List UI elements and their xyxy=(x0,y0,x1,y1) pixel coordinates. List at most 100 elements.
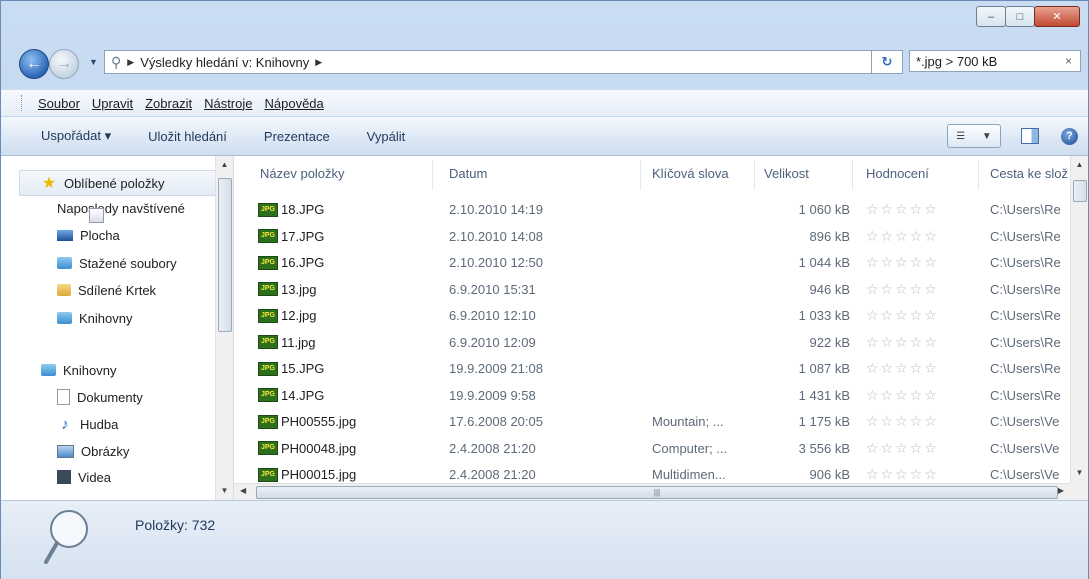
menu-soubor[interactable]: Soubor xyxy=(38,96,80,111)
forward-button[interactable]: → xyxy=(49,49,79,79)
scroll-down-icon[interactable]: ▼ xyxy=(1071,468,1088,477)
file-size: 1 033 kB xyxy=(798,308,850,323)
view-options-button[interactable]: ☰ ▼ xyxy=(947,124,1001,148)
rating-stars-icon[interactable]: ☆☆☆☆☆ xyxy=(866,334,976,351)
breadcrumb[interactable]: Výsledky hledání v: Knihovny xyxy=(140,55,309,70)
col-path[interactable]: Cesta ke složce xyxy=(990,166,1068,181)
rating-stars-icon[interactable]: ☆☆☆☆☆ xyxy=(866,281,976,298)
rating-stars-icon[interactable]: ☆☆☆☆☆ xyxy=(866,360,976,377)
rating-stars-icon[interactable]: ☆☆☆☆☆ xyxy=(866,440,976,457)
save-search-button[interactable]: Uložit hledání xyxy=(148,129,227,144)
scroll-left-icon[interactable]: ◀ xyxy=(240,486,246,495)
table-row[interactable]: JPG 12.jpg 6.9.2010 12:10 1 033 kB ☆☆☆☆☆ C:\U… xyxy=(234,304,1088,328)
horizontal-scroll-thumb[interactable]: ||| xyxy=(256,486,1058,499)
nav-fav-libraries[interactable]: Knihovny xyxy=(1,306,215,330)
scroll-right-icon[interactable]: ▶ xyxy=(1058,486,1064,495)
file-size: 896 kB xyxy=(809,228,850,244)
file-name-cell[interactable]: JPG PH00048.jpg xyxy=(258,441,438,456)
clear-search-icon[interactable]: × xyxy=(1065,54,1072,68)
file-name-cell[interactable]: JPG 12.jpg xyxy=(258,308,438,323)
column-divider[interactable] xyxy=(432,160,433,190)
column-divider[interactable] xyxy=(978,160,979,190)
table-row[interactable]: JPG PH00048.jpg 2.4.2008 21:20 Computer; ..… xyxy=(234,437,1088,461)
scroll-up-icon[interactable]: ▲ xyxy=(216,160,233,169)
menu-upravit[interactable]: Upravit xyxy=(92,96,133,111)
rating-stars-icon[interactable]: ☆☆☆☆☆ xyxy=(866,228,976,245)
file-name-cell[interactable]: JPG PH00555.jpg xyxy=(258,414,438,429)
menu-nastroje[interactable]: Nástroje xyxy=(204,96,252,111)
file-name-cell[interactable]: JPG 14.JPG xyxy=(258,388,438,403)
file-size: 906 kB xyxy=(809,467,850,482)
nav-documents[interactable]: Dokumenty xyxy=(1,385,215,409)
rating-stars-icon[interactable]: ☆☆☆☆☆ xyxy=(866,466,976,483)
file-name-cell[interactable]: JPG 11.jpg xyxy=(258,335,438,350)
rating-stars-icon[interactable]: ☆☆☆☆☆ xyxy=(866,201,976,218)
burn-button[interactable]: Vypálit xyxy=(367,129,406,144)
rating-stars-icon[interactable]: ☆☆☆☆☆ xyxy=(866,254,976,271)
scroll-up-icon[interactable]: ▲ xyxy=(1071,160,1088,169)
col-size[interactable]: Velikost xyxy=(764,166,844,181)
scroll-down-icon[interactable]: ▼ xyxy=(216,486,233,495)
col-rating[interactable]: Hodnocení xyxy=(866,166,976,181)
col-keywords[interactable]: Klíčová slova xyxy=(652,166,752,181)
help-icon[interactable]: ? xyxy=(1061,127,1078,145)
organize-button[interactable]: Uspořádat ▾ xyxy=(41,128,111,144)
rating-stars-icon[interactable]: ☆☆☆☆☆ xyxy=(866,307,976,324)
downloads-folder-icon xyxy=(57,257,72,269)
table-row[interactable]: JPG PH00555.jpg 17.6.2008 20:05 Mountain; .… xyxy=(234,410,1088,434)
list-scrollbar[interactable]: ▲ ▼ xyxy=(1070,156,1088,483)
preview-pane-icon[interactable] xyxy=(1021,128,1039,144)
col-date[interactable]: Datum xyxy=(449,166,629,181)
table-row[interactable]: JPG 14.JPG 19.9.2009 9:58 1 431 kB ☆☆☆☆☆ C:\U… xyxy=(234,384,1088,408)
table-row[interactable]: JPG 18.JPG 2.10.2010 14:19 1 060 kB ☆☆☆☆☆ C:\… xyxy=(234,198,1088,222)
table-row[interactable]: JPG 15.JPG 19.9.2009 21:08 1 087 kB ☆☆☆☆☆ C:\… xyxy=(234,357,1088,381)
table-row[interactable]: JPG 13.jpg 6.9.2010 15:31 946 kB ☆☆☆☆☆ C:\Use… xyxy=(234,278,1088,302)
nav-pictures-label: Obrázky xyxy=(81,443,130,459)
address-bar[interactable]: ⚲ ▶ Výsledky hledání v: Knihovny ▶ ▼ xyxy=(104,50,899,74)
nav-music[interactable]: ♪ Hudba xyxy=(1,412,215,436)
maximize-button[interactable]: □ xyxy=(1005,6,1035,27)
nav-shared-krtek[interactable]: Sdílené Krtek xyxy=(1,278,215,302)
search-query[interactable]: *.jpg > 700 kB xyxy=(916,54,997,69)
search-input[interactable]: *.jpg > 700 kB × xyxy=(909,50,1081,72)
slideshow-button[interactable]: Prezentace xyxy=(264,129,330,144)
nav-libraries[interactable]: Knihovny xyxy=(1,358,215,382)
file-path: C:\Users\Re xyxy=(990,308,1061,323)
recent-pages-dropdown-icon[interactable]: ▼ xyxy=(89,57,98,67)
nav-scroll-thumb[interactable] xyxy=(218,178,232,332)
list-scroll-thumb[interactable] xyxy=(1073,180,1087,202)
file-name-cell[interactable]: JPG 16.JPG xyxy=(258,255,438,270)
nav-scrollbar[interactable]: ▲ ▼ xyxy=(215,156,233,500)
nav-recent-places[interactable]: Naposledy navštívené xyxy=(1,196,215,223)
back-button[interactable]: ← xyxy=(19,49,49,79)
minimize-button[interactable]: ‒ xyxy=(976,6,1006,27)
nav-recent-places-label: Naposledy navštívené xyxy=(57,200,185,216)
file-name-cell[interactable]: JPG 18.JPG xyxy=(258,202,438,217)
breadcrumb-chevron-icon[interactable]: ▶ xyxy=(315,57,322,68)
table-row[interactable]: JPG 16.JPG 2.10.2010 12:50 1 044 kB ☆☆☆☆☆ C:\… xyxy=(234,251,1088,275)
refresh-button[interactable]: ↻ xyxy=(871,50,903,74)
nav-pictures[interactable]: Obrázky xyxy=(1,439,215,463)
file-name-cell[interactable]: JPG 17.JPG xyxy=(258,229,438,244)
back-arrow-icon: ← xyxy=(26,55,42,72)
menu-napoveda[interactable]: Nápověda xyxy=(265,96,324,111)
table-row[interactable]: JPG 17.JPG 2.10.2010 14:08 896 kB ☆☆☆☆☆ C:\Us… xyxy=(234,225,1088,249)
file-name-cell[interactable]: JPG PH00015.jpg xyxy=(258,467,438,482)
nav-videos[interactable]: Videa xyxy=(1,465,215,489)
nav-downloads[interactable]: Stažené soubory xyxy=(1,251,215,275)
col-name[interactable]: Název položky xyxy=(260,166,440,181)
rating-stars-icon[interactable]: ☆☆☆☆☆ xyxy=(866,413,976,430)
menu-zobrazit[interactable]: Zobrazit xyxy=(145,96,192,111)
rating-stars-icon[interactable]: ☆☆☆☆☆ xyxy=(866,387,976,404)
nav-favorites[interactable]: ★ Oblíbené položky xyxy=(19,170,215,196)
column-divider[interactable] xyxy=(852,160,853,190)
file-name-cell[interactable]: JPG 13.jpg xyxy=(258,282,438,297)
nav-desktop[interactable]: Plocha xyxy=(1,223,215,247)
list-horizontal-scrollbar[interactable]: ◀ ||| ▶ xyxy=(234,483,1070,501)
column-divider[interactable] xyxy=(640,160,641,190)
column-divider[interactable] xyxy=(754,160,755,190)
table-row[interactable]: JPG 11.jpg 6.9.2010 12:09 922 kB ☆☆☆☆☆ C:\Use… xyxy=(234,331,1088,355)
close-button[interactable]: ✕ xyxy=(1034,6,1080,27)
breadcrumb-chevron-icon[interactable]: ▶ xyxy=(127,57,134,68)
file-name-cell[interactable]: JPG 15.JPG xyxy=(258,361,438,376)
